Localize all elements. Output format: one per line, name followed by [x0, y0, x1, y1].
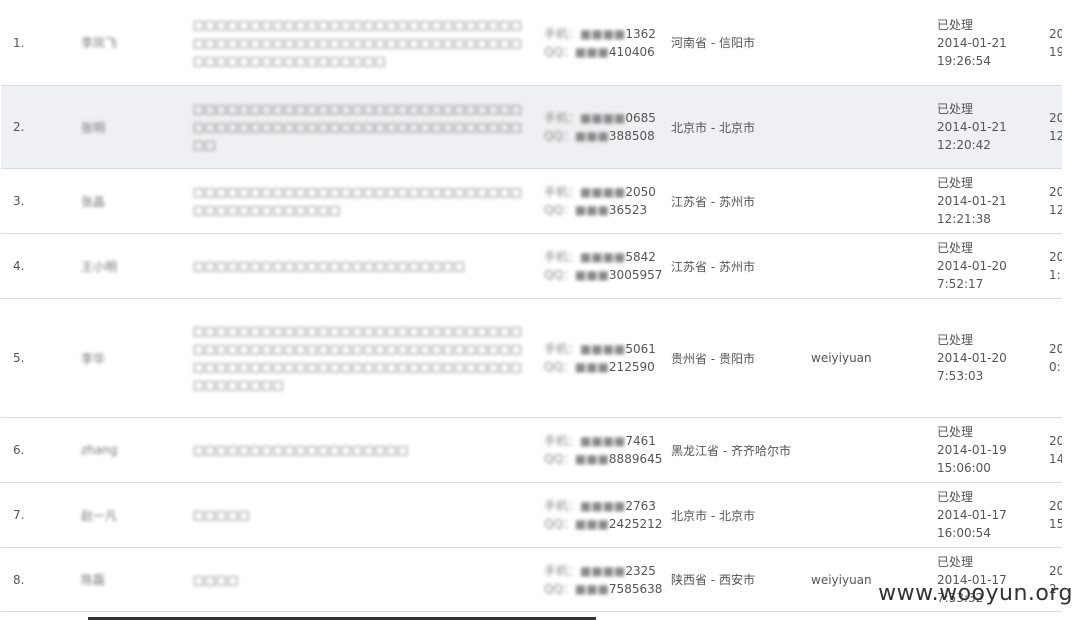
- row-truncated-2: 14: [1049, 452, 1063, 466]
- row-number: 1.: [13, 35, 25, 50]
- right-edge: [1062, 0, 1083, 620]
- row-name: 张明: [81, 120, 106, 135]
- table-row: 3. 张晶 □□□□□□□□□□□□□□□□□□□□□□□□□□□□□□□□□□…: [1, 169, 1063, 234]
- row-time: 12:21:38: [937, 212, 991, 226]
- row-qq: QQ：■■■3005957: [544, 268, 663, 282]
- row-qq: QQ：■■■8889645: [544, 452, 663, 466]
- row-location: 黑龙江省 - 齐齐哈尔市: [671, 443, 791, 458]
- row-status: 已处理: [937, 490, 974, 504]
- table-row: 7. 赵一凡 □□□□□ 手机：■■■■2763 QQ：■■■2425212 北…: [1, 483, 1063, 548]
- row-number: 8.: [13, 572, 25, 587]
- row-status: 已处理: [937, 241, 974, 255]
- row-mobile: 手机：■■■■2050: [544, 185, 656, 199]
- row-date: 2014-01-20: [937, 259, 1007, 273]
- row-mobile: 手机：■■■■5061: [544, 342, 656, 356]
- row-date: 2014-01-21: [937, 120, 1007, 134]
- row-date: 2014-01-19: [937, 443, 1007, 457]
- table-row: 1. 李凤飞 □□□□□□□□□□□□□□□□□□□□□□□□□□□□□□□□□…: [1, 0, 1063, 86]
- row-name: 李华: [81, 351, 106, 366]
- table-row: 5. 李华 □□□□□□□□□□□□□□□□□□□□□□□□□□□□□□□□□□…: [1, 299, 1063, 418]
- row-status: 已处理: [937, 333, 974, 347]
- watermark: www.wooyun.org: [878, 581, 1073, 606]
- row-status: 已处理: [937, 554, 974, 569]
- row-qq: QQ：■■■7585638: [544, 581, 663, 596]
- row-message: □□□□□□□□□□□□□□□□□□□□□□□□□□□□□□□□□□□□□□□□…: [193, 324, 522, 392]
- row-location: 河南省 - 信阳市: [671, 36, 755, 50]
- row-number: 6.: [13, 443, 25, 457]
- row-time: 7:53:03: [937, 369, 984, 383]
- row-name: 李凤飞: [81, 36, 118, 50]
- row-status: 已处理: [937, 176, 974, 190]
- row-time: 12:20:42: [937, 138, 991, 152]
- row-qq: QQ：■■■212590: [544, 360, 655, 374]
- row-truncated-1: 20: [1049, 26, 1063, 41]
- row-time: 16:00:54: [937, 526, 991, 540]
- row-truncated-1: 20: [1049, 342, 1063, 356]
- table-row: 4. 王小明 □□□□□□□□□□□□□□□□□□□□□□□□ 手机：■■■■5…: [1, 234, 1063, 299]
- row-truncated-1: 20: [1049, 185, 1063, 199]
- row-truncated-2: 15: [1049, 517, 1063, 531]
- row-qq: QQ：■■■410406: [544, 44, 655, 59]
- row-mobile: 手机：■■■■0685: [544, 111, 656, 125]
- row-mobile: 手机：■■■■5842: [544, 250, 656, 264]
- row-qq: QQ：■■■388508: [544, 129, 655, 143]
- row-time: 7:52:17: [937, 277, 984, 291]
- row-location: 陕西省 - 西安市: [671, 573, 755, 587]
- row-name: 陈磊: [81, 573, 106, 587]
- row-name: 王小明: [81, 259, 118, 274]
- row-number: 3.: [13, 194, 25, 208]
- row-qq: QQ：■■■36523: [544, 203, 648, 217]
- row-truncated-1: 20: [1049, 250, 1063, 264]
- row-date: 2014-01-17: [937, 508, 1007, 522]
- row-truncated-1: 20: [1049, 499, 1063, 513]
- table-row: 2. 张明 □□□□□□□□□□□□□□□□□□□□□□□□□□□□□□□□□□…: [1, 86, 1063, 169]
- row-time: 19:26:54: [937, 53, 991, 68]
- row-mobile: 手机：■■■■7461: [544, 434, 656, 448]
- row-message: □□□□□□□□□□□□□□□□□□□□□□□□: [193, 259, 466, 273]
- row-name: 赵一凡: [81, 508, 118, 523]
- row-status: 已处理: [937, 102, 974, 116]
- row-name: zhang: [81, 443, 118, 457]
- row-number: 7.: [13, 508, 25, 522]
- row-location: 贵州省 - 贵阳市: [671, 351, 755, 366]
- table-row: 6. zhang □□□□□□□□□□□□□□□□□□□ 手机：■■■■7461…: [1, 418, 1063, 483]
- row-status: 已处理: [937, 17, 974, 32]
- row-truncated-2: 0:: [1049, 360, 1061, 374]
- row-truncated-1: 20: [1049, 563, 1063, 578]
- row-number: 5.: [13, 351, 25, 365]
- row-message: □□□□□□□□□□□□□□□□□□□□□□□□□□□□□□□□□□□□□□□□…: [193, 185, 522, 217]
- row-truncated-2: 1:: [1049, 268, 1061, 282]
- row-mobile: 手机：■■■■2325: [544, 563, 656, 578]
- row-truncated-1: 20: [1049, 434, 1063, 448]
- row-message: □□□□□□□□□□□□□□□□□□□□□□□□□□□□□□□□□□□□□□□□…: [193, 102, 522, 152]
- row-message: □□□□□□□□□□□□□□□□□□□□□□□□□□□□□□□□□□□□□□□□…: [193, 17, 522, 68]
- row-truncated-2: 12: [1049, 203, 1063, 217]
- row-message: □□□□: [193, 572, 239, 587]
- row-location: 北京市 - 北京市: [671, 120, 755, 135]
- row-location: 北京市 - 北京市: [671, 508, 755, 523]
- row-location: 江苏省 - 苏州市: [671, 259, 755, 274]
- row-truncated-2: 12: [1049, 129, 1063, 143]
- row-mobile: 手机：■■■■1362: [544, 26, 656, 41]
- row-location: 江苏省 - 苏州市: [671, 194, 755, 209]
- row-mobile: 手机：■■■■2763: [544, 499, 656, 513]
- row-time: 15:06:00: [937, 461, 991, 475]
- row-truncated-1: 20: [1049, 111, 1063, 125]
- row-status: 已处理: [937, 425, 974, 439]
- row-name: 张晶: [81, 194, 106, 209]
- row-date: 2014-01-21: [937, 194, 1007, 208]
- row-number: 4.: [13, 259, 25, 273]
- row-message: □□□□□□□□□□□□□□□□□□□: [193, 443, 409, 457]
- row-username: weiyiyuan: [811, 351, 872, 365]
- row-qq: QQ：■■■2425212: [544, 517, 663, 531]
- row-date: 2014-01-21: [937, 35, 1007, 50]
- row-truncated-2: 19: [1049, 44, 1063, 59]
- row-message: □□□□□: [193, 508, 250, 522]
- row-number: 2.: [13, 120, 25, 134]
- row-username: weiyiyuan: [811, 572, 872, 587]
- row-date: 2014-01-20: [937, 351, 1007, 365]
